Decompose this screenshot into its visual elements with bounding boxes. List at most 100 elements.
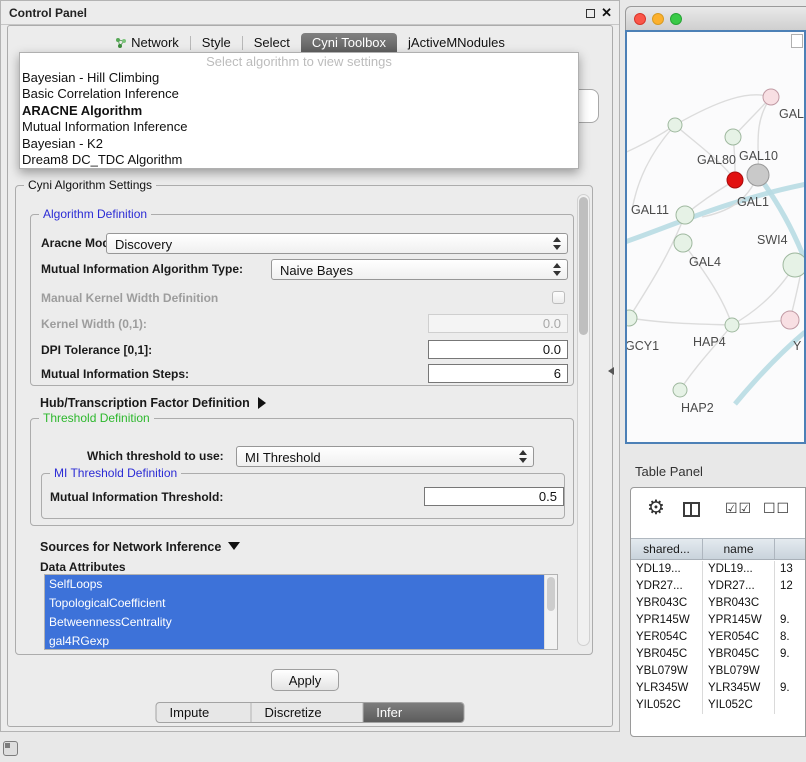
table-cell[interactable]: YLR345W bbox=[631, 680, 703, 697]
table-cell[interactable] bbox=[775, 595, 805, 612]
table-row[interactable]: YBR043CYBR043C bbox=[631, 595, 805, 612]
dpi-tolerance-field[interactable] bbox=[428, 340, 568, 359]
table-row[interactable]: YLR345WYLR345W9. bbox=[631, 680, 805, 697]
table-cell[interactable]: 8. bbox=[775, 629, 805, 646]
table-cell[interactable]: 12 bbox=[775, 578, 805, 595]
tab-infer-network[interactable]: Infer Network bbox=[362, 703, 463, 722]
table-cell[interactable]: YER054C bbox=[703, 629, 775, 646]
network-node[interactable] bbox=[783, 253, 804, 277]
apply-button[interactable]: Apply bbox=[271, 669, 339, 691]
algorithm-option[interactable]: Basic Correlation Inference bbox=[20, 86, 578, 102]
network-node[interactable] bbox=[676, 206, 694, 224]
mi-type-combo[interactable]: Naive Bayes bbox=[271, 259, 568, 280]
splitter-collapse-icon[interactable] bbox=[608, 367, 614, 375]
table-cell[interactable]: YER054C bbox=[631, 629, 703, 646]
network-view[interactable]: GAL8GAL80GAL10GAL11GAL1SWI4GAL4GCY1HAP4Y… bbox=[625, 30, 806, 444]
table-cell[interactable]: YBR043C bbox=[703, 595, 775, 612]
tab-network[interactable]: Network bbox=[104, 33, 190, 53]
table-row[interactable]: YPR145WYPR145W9. bbox=[631, 612, 805, 629]
algorithm-option[interactable]: Dream8 DC_TDC Algorithm bbox=[20, 152, 578, 168]
attribute-item[interactable]: BetweennessCentrality bbox=[45, 613, 544, 632]
table-cell[interactable]: YBR045C bbox=[703, 646, 775, 663]
columns-icon[interactable] bbox=[683, 502, 700, 517]
aracne-mode-combo[interactable]: Discovery bbox=[106, 233, 568, 254]
table-cell[interactable]: 13 bbox=[775, 561, 805, 578]
algorithm-option[interactable]: Mutual Information Inference bbox=[20, 119, 578, 135]
settings-scrollbar[interactable] bbox=[577, 194, 590, 646]
kernel-width-field[interactable] bbox=[428, 314, 568, 333]
table-row[interactable]: YER054CYER054C8. bbox=[631, 629, 805, 646]
attribute-item[interactable]: SelfLoops bbox=[45, 575, 544, 594]
table-cell[interactable]: YDL19... bbox=[703, 561, 775, 578]
which-threshold-combo[interactable]: MI Threshold bbox=[236, 446, 534, 467]
hub-definition-toggle[interactable]: Hub/Transcription Factor Definition bbox=[40, 394, 266, 412]
network-node-label: GAL4 bbox=[689, 255, 721, 269]
table-cell[interactable]: 9. bbox=[775, 612, 805, 629]
scrollbar-thumb[interactable] bbox=[547, 577, 555, 611]
table-row[interactable]: YBR045CYBR045C9. bbox=[631, 646, 805, 663]
table-cell[interactable]: YDR27... bbox=[631, 578, 703, 595]
manual-kernel-checkbox[interactable] bbox=[552, 291, 565, 304]
table-cell[interactable]: 9. bbox=[775, 646, 805, 663]
gear-icon[interactable]: ⚙ bbox=[647, 498, 665, 518]
zoom-traffic-light-icon[interactable] bbox=[670, 13, 682, 25]
network-node[interactable] bbox=[781, 311, 799, 329]
table-cell[interactable]: YIL052C bbox=[703, 697, 775, 714]
table-row[interactable]: YBL079WYBL079W bbox=[631, 663, 805, 680]
table-cell[interactable]: YDR27... bbox=[703, 578, 775, 595]
table-cell[interactable]: YBL079W bbox=[703, 663, 775, 680]
network-node[interactable] bbox=[725, 129, 741, 145]
birdseye-button[interactable] bbox=[791, 34, 803, 48]
network-node[interactable] bbox=[668, 118, 682, 132]
table-cell[interactable]: YLR345W bbox=[703, 680, 775, 697]
tab-discretize-data[interactable]: Discretize Data bbox=[251, 703, 363, 722]
table-cell[interactable]: YDL19... bbox=[631, 561, 703, 578]
select-all-icon[interactable]: ☑☑ bbox=[725, 500, 752, 517]
close-traffic-light-icon[interactable] bbox=[634, 13, 646, 25]
tab-cyni-toolbox[interactable]: Cyni Toolbox bbox=[301, 33, 397, 53]
list-scrollbar[interactable] bbox=[544, 575, 557, 649]
network-node[interactable] bbox=[627, 310, 637, 326]
table-cell[interactable] bbox=[775, 663, 805, 680]
column-header[interactable]: shared... bbox=[631, 539, 703, 559]
table-cell[interactable]: YIL052C bbox=[631, 697, 703, 714]
close-icon[interactable]: ✕ bbox=[601, 5, 612, 21]
tab-select[interactable]: Select bbox=[243, 33, 301, 53]
table-cell[interactable]: YBL079W bbox=[631, 663, 703, 680]
mi-steps-field[interactable] bbox=[428, 364, 568, 383]
panel-toggle-icon[interactable] bbox=[3, 741, 18, 756]
deselect-all-icon[interactable]: ☐☐ bbox=[763, 500, 790, 517]
attribute-item[interactable]: TopologicalCoefficient bbox=[45, 594, 544, 613]
float-window-icon[interactable] bbox=[586, 9, 595, 18]
table-cell[interactable]: YPR145W bbox=[703, 612, 775, 629]
table-row[interactable]: YDL19...YDL19...13 bbox=[631, 561, 805, 578]
table-cell[interactable] bbox=[775, 697, 805, 714]
attribute-item[interactable]: gal4RGexp bbox=[45, 632, 544, 650]
table-row[interactable]: YDR27...YDR27...12 bbox=[631, 578, 805, 595]
table-row[interactable]: YIL052CYIL052C bbox=[631, 697, 805, 714]
network-node[interactable] bbox=[727, 172, 743, 188]
column-header[interactable] bbox=[775, 539, 805, 559]
algorithm-option-selected[interactable]: ARACNE Algorithm bbox=[20, 103, 578, 119]
table-cell[interactable]: YPR145W bbox=[631, 612, 703, 629]
table-cell[interactable]: 9. bbox=[775, 680, 805, 697]
combo-value: MI Threshold bbox=[245, 450, 321, 465]
tab-impute-data[interactable]: Impute Data bbox=[157, 703, 251, 722]
column-header[interactable]: name bbox=[703, 539, 775, 559]
table-cell[interactable]: YBR045C bbox=[631, 646, 703, 663]
network-node[interactable] bbox=[674, 234, 692, 252]
network-node[interactable] bbox=[747, 164, 769, 186]
sources-toggle[interactable]: Sources for Network Inference bbox=[40, 538, 240, 556]
network-node-label: GAL8 bbox=[779, 107, 804, 121]
tab-jactivemodules[interactable]: jActiveMNodules bbox=[397, 33, 516, 53]
algorithm-option[interactable]: Bayesian - K2 bbox=[20, 136, 578, 152]
minimize-traffic-light-icon[interactable] bbox=[652, 13, 664, 25]
scrollbar-thumb[interactable] bbox=[579, 197, 588, 335]
algorithm-option[interactable]: Bayesian - Hill Climbing bbox=[20, 70, 578, 86]
network-node[interactable] bbox=[763, 89, 779, 105]
network-node[interactable] bbox=[673, 383, 687, 397]
mi-threshold-field[interactable] bbox=[424, 487, 564, 506]
tab-style[interactable]: Style bbox=[191, 33, 242, 53]
table-cell[interactable]: YBR043C bbox=[631, 595, 703, 612]
network-node[interactable] bbox=[725, 318, 739, 332]
